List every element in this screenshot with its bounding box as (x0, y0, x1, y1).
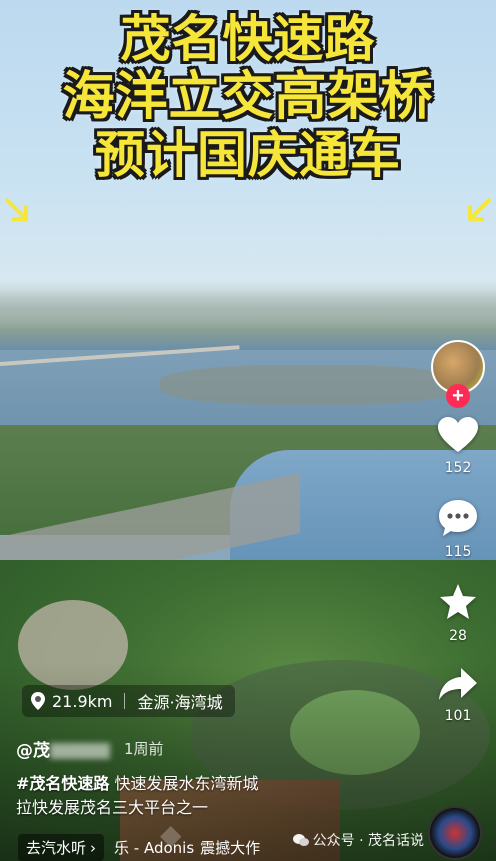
watermark-text: 公众号 · 茂名话说 (312, 833, 424, 849)
down-right-arrow-icon (4, 197, 28, 221)
author-row: @茂 1周前 (16, 736, 164, 761)
video-title-overlay: 茂名快速路 海洋立交高架桥 预计国庆通车 (0, 10, 496, 184)
location-pin-icon (31, 692, 45, 710)
author-avatar-container: + (431, 340, 485, 408)
title-line-1: 茂名快速路 (120, 10, 376, 68)
location-divider (124, 693, 126, 709)
like-count: 152 (444, 460, 472, 476)
favorite-count: 28 (449, 628, 467, 644)
wechat-icon (292, 834, 309, 846)
music-row: 去汽水听 › 乐 - Adonis 震撼大作 (18, 834, 260, 861)
title-line-3: 预计国庆通车 (95, 126, 401, 184)
location-place: 金源·海湾城 (137, 693, 223, 712)
share-arrow-icon[interactable] (428, 666, 488, 706)
listen-chip[interactable]: 去汽水听 › (18, 834, 105, 861)
horizon-haze (0, 290, 496, 330)
location-chip[interactable]: 21.9km 金源·海湾城 (22, 685, 235, 717)
music-info[interactable]: 乐 - Adonis 震撼大作 (114, 837, 260, 858)
caption-line-2: 拉快发展茂名三大平台之一 (16, 798, 209, 817)
mudflat (160, 365, 460, 405)
chevron-right-icon: › (90, 838, 97, 857)
music-disc-icon[interactable] (428, 806, 482, 860)
heart-icon[interactable] (428, 416, 488, 458)
author-name[interactable]: @茂 (16, 736, 110, 761)
follow-button[interactable]: + (446, 384, 470, 408)
comment-action[interactable]: 115 (428, 498, 488, 560)
title-line-2: 海洋立交高架桥 (62, 67, 434, 127)
star-icon[interactable] (428, 582, 488, 626)
comment-count: 115 (444, 544, 472, 560)
action-rail: + 152 115 28 101 (428, 340, 488, 724)
author-name-prefix: @茂 (16, 741, 50, 761)
share-action[interactable]: 101 (428, 666, 488, 724)
caption-line-1: #茂名快速路 快速发展水东湾新城 (16, 772, 259, 796)
post-time: 1周前 (124, 740, 164, 758)
music-title: 震撼大作 (200, 839, 261, 857)
listen-chip-label: 去汽水听 (26, 839, 87, 857)
like-action[interactable]: 152 (428, 416, 488, 476)
comment-bubble-icon[interactable] (428, 498, 488, 542)
favorite-action[interactable]: 28 (428, 582, 488, 644)
down-left-arrow-icon (468, 197, 492, 221)
caption-line-1-text: 快速发展水东湾新城 (109, 774, 259, 793)
location-distance: 21.9km (52, 691, 113, 711)
music-note: 乐 - Adonis (114, 839, 195, 857)
video-caption[interactable]: #茂名快速路 快速发展水东湾新城 拉快发展茂名三大平台之一 (16, 772, 259, 820)
hashtag-link[interactable]: #茂名快速路 (16, 774, 109, 793)
share-count: 101 (444, 708, 472, 724)
account-watermark: 公众号 · 茂名话说 (292, 830, 424, 850)
author-name-blurred (50, 743, 110, 759)
